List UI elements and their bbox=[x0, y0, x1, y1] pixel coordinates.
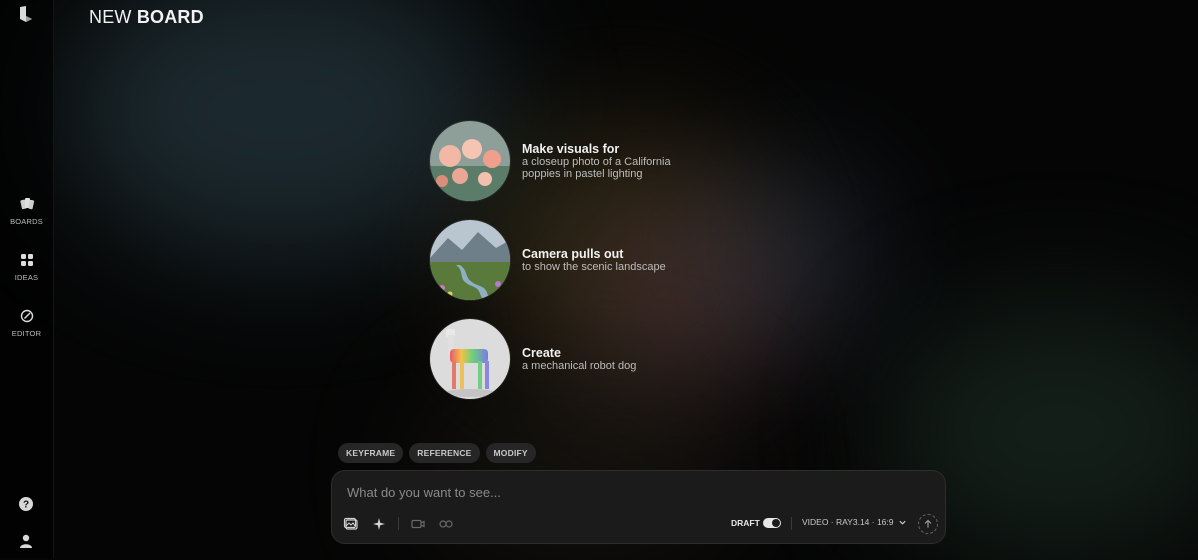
chip-modify[interactable]: MODIFY bbox=[485, 443, 536, 463]
poppies-thumbnail bbox=[430, 121, 510, 201]
editor-icon bbox=[20, 309, 33, 323]
toolbar-divider bbox=[791, 517, 792, 530]
sidebar-item-boards[interactable]: BOARDS bbox=[0, 196, 53, 226]
help-icon[interactable]: ? bbox=[18, 496, 34, 512]
robot-dog-thumbnail bbox=[430, 319, 510, 399]
user-icon[interactable] bbox=[18, 533, 34, 549]
ideas-icon bbox=[20, 254, 33, 266]
model-label: VIDEO · RAY3.14 · 16:9 bbox=[802, 517, 894, 527]
arrow-up-icon bbox=[924, 519, 932, 528]
chevron-down-icon bbox=[898, 520, 906, 525]
send-button[interactable] bbox=[918, 514, 938, 534]
suggestion-subtitle: a closeup photo of a California poppies … bbox=[522, 156, 671, 180]
suggestion-card[interactable]: Make visuals for a closeup photo of a Ca… bbox=[430, 121, 697, 201]
suggestion-title: Make visuals for bbox=[522, 142, 620, 156]
sidebar-item-label: BOARDS bbox=[10, 217, 43, 226]
page-title: NEW BOARD bbox=[89, 7, 204, 28]
suggestion-subtitle: to show the scenic landscape bbox=[522, 261, 666, 273]
chip-keyframe[interactable]: KEYFRAME bbox=[338, 443, 404, 463]
sidebar: BOARDS IDEAS EDITOR ? bbox=[0, 0, 54, 558]
suggestion-title: Camera pulls out bbox=[522, 247, 624, 261]
boards-icon bbox=[19, 198, 34, 210]
mode-chips: KEYFRAME REFERENCE MODIFY bbox=[338, 443, 536, 463]
draft-toggle[interactable] bbox=[763, 518, 781, 528]
model-selector[interactable]: VIDEO · RAY3.14 · 16:9 bbox=[802, 517, 907, 527]
prompt-box: DRAFT VIDEO · RAY3.14 · 16:9 bbox=[331, 470, 946, 544]
prompt-input[interactable] bbox=[345, 483, 909, 501]
sparkle-icon[interactable] bbox=[371, 516, 387, 532]
loop-icon[interactable] bbox=[438, 516, 454, 532]
image-upload-icon[interactable] bbox=[343, 516, 359, 532]
sidebar-item-editor[interactable]: EDITOR bbox=[0, 308, 53, 338]
draft-label: DRAFT bbox=[731, 518, 760, 528]
video-camera-icon[interactable] bbox=[410, 516, 426, 532]
sidebar-item-label: EDITOR bbox=[11, 329, 42, 338]
logo-icon[interactable] bbox=[16, 4, 36, 24]
landscape-thumbnail bbox=[430, 220, 510, 300]
page-title-light: NEW bbox=[89, 7, 132, 27]
suggestion-title: Create bbox=[522, 346, 561, 360]
svg-text:?: ? bbox=[23, 500, 29, 511]
page-title-bold: BOARD bbox=[136, 7, 204, 27]
sidebar-item-ideas[interactable]: IDEAS bbox=[0, 252, 53, 282]
toolbar-divider bbox=[398, 517, 399, 530]
suggestion-card[interactable]: Create a mechanical robot dog bbox=[430, 319, 697, 399]
sidebar-item-label: IDEAS bbox=[14, 273, 39, 282]
chip-reference[interactable]: REFERENCE bbox=[409, 443, 480, 463]
suggestion-subtitle: a mechanical robot dog bbox=[522, 360, 637, 372]
suggestion-card[interactable]: Camera pulls out to show the scenic land… bbox=[430, 220, 697, 300]
